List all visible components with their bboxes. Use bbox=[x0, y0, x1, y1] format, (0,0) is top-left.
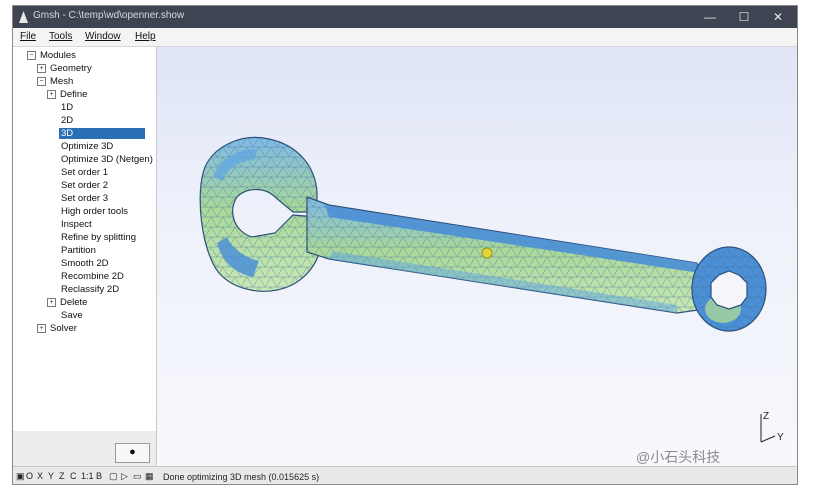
view-z-button[interactable]: Z bbox=[59, 471, 65, 481]
tree-item-optimize-3d[interactable]: Optimize 3D bbox=[61, 141, 113, 153]
tree-item-set-order-2[interactable]: Set order 2 bbox=[61, 180, 108, 192]
app-window: Gmsh - C:\temp\wd\openner.show — ☐ ✕ Fil… bbox=[12, 5, 798, 485]
tree-item-partition[interactable]: Partition bbox=[61, 245, 96, 257]
tree-item-3d-selected[interactable]: 3D bbox=[59, 128, 145, 139]
expand-icon[interactable]: + bbox=[37, 323, 46, 333]
tree-item-refine-by-splitting[interactable]: Refine by splitting bbox=[61, 232, 136, 244]
minimize-button[interactable]: — bbox=[693, 7, 727, 27]
maximize-button[interactable]: ☐ bbox=[727, 7, 761, 27]
expand-icon[interactable]: + bbox=[37, 63, 46, 73]
window-title: Gmsh - C:\temp\wd\openner.show bbox=[33, 10, 185, 21]
status-bar: ▣ O X Y Z C 1:1 B ▢ ▷ ▭ ▦ Done optimizin… bbox=[13, 466, 797, 484]
watermark: @小石头科技 bbox=[636, 449, 721, 465]
tree-item-delete[interactable]: + Delete bbox=[47, 297, 87, 309]
collapse-icon[interactable]: − bbox=[27, 50, 36, 60]
tree-item-set-order-3[interactable]: Set order 3 bbox=[61, 193, 108, 205]
gmsh-logo-icon bbox=[19, 11, 28, 23]
run-button[interactable]: ● bbox=[115, 443, 150, 463]
tree-item-save[interactable]: Save bbox=[61, 310, 83, 322]
tree-item-mesh[interactable]: − Mesh bbox=[37, 76, 73, 88]
menu-window[interactable]: Window bbox=[85, 31, 121, 42]
expand-icon[interactable]: + bbox=[47, 89, 56, 99]
view-x-button[interactable]: X bbox=[37, 471, 43, 481]
wrench-shank bbox=[306, 196, 708, 314]
tree-item-smooth-2d[interactable]: Smooth 2D bbox=[61, 258, 109, 270]
play-icon[interactable]: ▷ bbox=[121, 471, 128, 482]
tree-item-1d[interactable]: 1D bbox=[61, 102, 73, 114]
menu-tools[interactable]: Tools bbox=[49, 31, 72, 42]
module-tree: − Modules + Geometry − Mesh + Define 1D 2D 3… bbox=[13, 47, 157, 431]
menu-help[interactable]: Help bbox=[135, 31, 156, 42]
axis-triad: Z Y bbox=[760, 411, 784, 443]
menu-file[interactable]: File bbox=[20, 31, 36, 42]
axis-y-label: Y bbox=[777, 432, 784, 443]
tree-item-set-order-1[interactable]: Set order 1 bbox=[61, 167, 108, 179]
collapse-icon[interactable]: − bbox=[37, 76, 46, 86]
bounding-box-button[interactable]: B bbox=[96, 471, 102, 481]
tree-item-geometry[interactable]: + Geometry bbox=[37, 63, 92, 75]
tree-item-inspect[interactable]: Inspect bbox=[61, 219, 92, 231]
axis-z-label: Z bbox=[763, 411, 769, 422]
screenshot-icon[interactable]: ▣ bbox=[16, 471, 25, 482]
rotate-icon[interactable]: C bbox=[70, 471, 77, 481]
grid-icon[interactable]: ▦ bbox=[145, 471, 154, 482]
tree-item-2d[interactable]: 2D bbox=[61, 115, 73, 127]
select-icon[interactable]: ▢ bbox=[109, 471, 118, 482]
graphics-viewport[interactable]: Z Y bbox=[157, 47, 797, 466]
tree-item-optimize-3d-netgen[interactable]: Optimize 3D (Netgen) bbox=[61, 154, 153, 166]
tree-item-modules[interactable]: − Modules bbox=[27, 50, 76, 62]
tree-item-reclassify-2d[interactable]: Reclassify 2D bbox=[61, 284, 119, 296]
status-message: Done optimizing 3D mesh (0.015625 s) bbox=[163, 472, 320, 482]
tree-item-solver[interactable]: + Solver bbox=[37, 323, 77, 335]
menu-bar: File Tools Window Help bbox=[13, 28, 797, 47]
close-button[interactable]: ✕ bbox=[761, 7, 795, 27]
view-origin-button[interactable]: O bbox=[26, 471, 33, 481]
tree-footer: ● bbox=[13, 431, 157, 466]
tree-item-recombine-2d[interactable]: Recombine 2D bbox=[61, 271, 124, 283]
tree-item-high-order-tools[interactable]: High order tools bbox=[61, 206, 128, 218]
wrench-mesh-model: Z Y bbox=[199, 136, 784, 443]
scale-one-button[interactable]: 1:1 bbox=[81, 471, 94, 481]
stop-icon[interactable]: ▭ bbox=[133, 471, 142, 482]
expand-icon[interactable]: + bbox=[47, 297, 56, 307]
view-y-button[interactable]: Y bbox=[48, 471, 54, 481]
ring-end-head bbox=[691, 246, 767, 332]
tree-item-define[interactable]: + Define bbox=[47, 89, 87, 101]
title-bar[interactable]: Gmsh - C:\temp\wd\openner.show — ☐ ✕ bbox=[13, 6, 797, 28]
